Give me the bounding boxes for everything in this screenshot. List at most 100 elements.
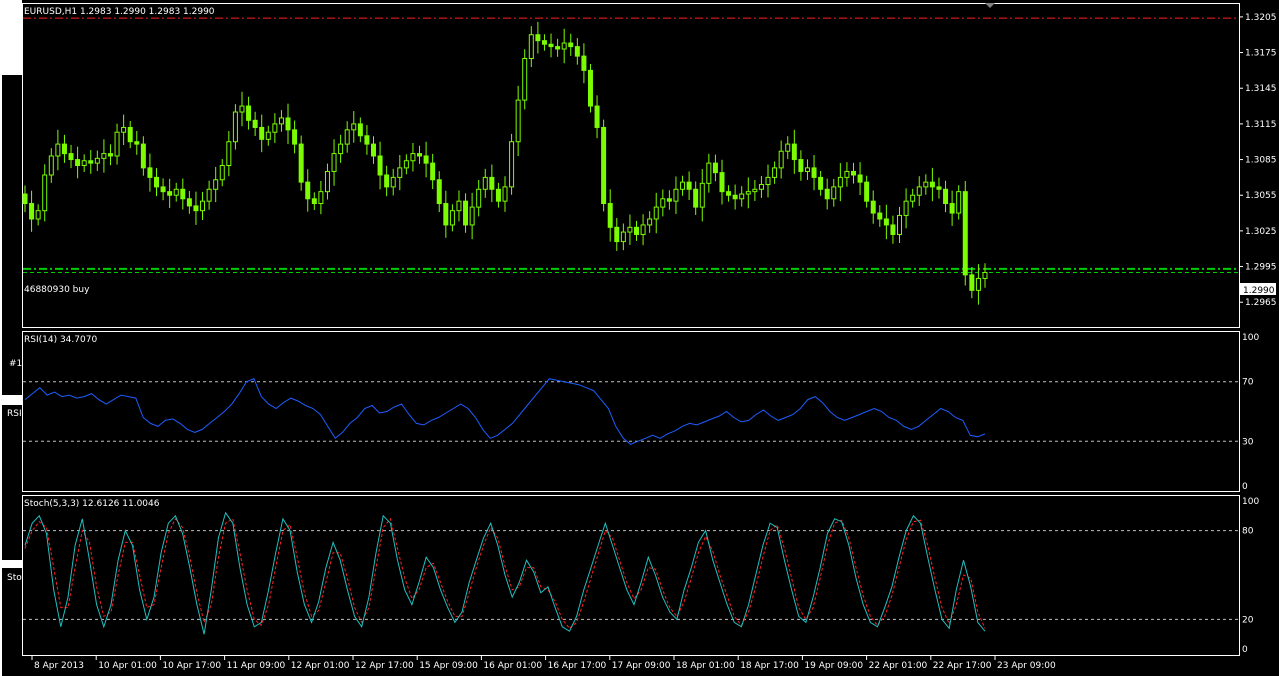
candle [509, 133, 515, 195]
candle [305, 169, 311, 212]
candle [627, 214, 633, 245]
candle [101, 139, 107, 173]
price-panel-border [22, 3, 1240, 328]
stoch-tick-label: 20 [1242, 615, 1254, 625]
candle [318, 180, 324, 215]
candle [489, 164, 495, 203]
time-tick-label: 18 Apr 01:00 [676, 661, 735, 671]
time-tick: 22 Apr 01:00 [866, 656, 928, 671]
candle [594, 95, 600, 139]
candle [732, 184, 738, 210]
candle [259, 114, 265, 153]
candle [469, 192, 475, 240]
order-marker: #1 [9, 359, 22, 369]
stoch-window-tab[interactable]: Sto [7, 573, 22, 583]
candle [449, 204, 455, 232]
rsi-window-tab[interactable]: RSI [7, 409, 22, 419]
candle [265, 125, 271, 146]
candle [778, 140, 784, 179]
candle [818, 170, 824, 196]
time-tick: 12 Apr 01:00 [288, 656, 350, 671]
candle [699, 169, 705, 222]
candle [180, 178, 186, 210]
rsi-title: RSI(14) 34.7070 [24, 335, 97, 345]
candle [765, 164, 771, 198]
candle [173, 182, 179, 202]
candle [186, 190, 192, 214]
time-tick: 18 Apr 17:00 [737, 656, 799, 671]
bid-price-tag: 1.2990 [1240, 283, 1276, 296]
candle [351, 111, 357, 143]
candle [232, 104, 238, 150]
time-tick: 8 Apr 2013 [31, 656, 84, 671]
candle [680, 175, 686, 196]
candle [193, 191, 199, 225]
time-tick: 18 Apr 01:00 [673, 656, 735, 671]
candle [982, 263, 988, 288]
candle [140, 136, 146, 176]
candle [463, 193, 469, 233]
rsi-tick-label: 30 [1242, 437, 1254, 447]
candle [666, 190, 672, 210]
price-tick: 1.3205 [1239, 13, 1277, 23]
candle [456, 190, 462, 222]
candle [864, 175, 870, 208]
candle [213, 166, 219, 203]
candle [870, 190, 876, 224]
candle [831, 179, 837, 207]
candle [75, 146, 81, 179]
chart-window[interactable]: 1.3205 1.3175 1.3145 1.3115 1.3085 1.3055 1.30… [0, 0, 1279, 676]
time-axis: 8 Apr 2013 10 Apr 01:00 10 Apr 17:00 11 Apr… [31, 656, 1056, 671]
candle [515, 85, 521, 156]
candle [607, 189, 613, 242]
candle [528, 26, 534, 68]
candle [55, 129, 61, 171]
candle [114, 123, 120, 165]
candle [936, 177, 942, 199]
candle [903, 188, 909, 229]
time-tick-label: 12 Apr 01:00 [291, 661, 350, 671]
candle [88, 150, 94, 174]
candle [975, 264, 981, 305]
candle [127, 121, 133, 149]
candle [61, 134, 67, 163]
order-label[interactable]: 46880930 buy [24, 285, 90, 295]
time-tick: 11 Apr 09:00 [224, 656, 286, 671]
price-tick: 1.3055 [1239, 191, 1277, 201]
rsi-panel-border [22, 331, 1240, 492]
candle [68, 145, 74, 169]
price-tick: 1.2965 [1239, 298, 1277, 308]
candle [647, 211, 653, 233]
chart-shift-marker-icon[interactable] [985, 3, 995, 8]
candle [883, 204, 889, 240]
candle [804, 159, 810, 181]
candle [969, 267, 975, 299]
time-tick-label: 18 Apr 17:00 [740, 661, 799, 671]
candle [226, 131, 232, 177]
price-tick-label: 1.2965 [1245, 298, 1277, 308]
time-tick: 19 Apr 09:00 [801, 656, 863, 671]
time-tick-label: 16 Apr 17:00 [548, 661, 607, 671]
time-tick: 16 Apr 01:00 [480, 656, 542, 671]
candle [949, 190, 955, 226]
candle [200, 191, 206, 220]
candle [686, 171, 692, 200]
candle [324, 163, 330, 200]
candle [726, 185, 732, 202]
candle [785, 136, 791, 160]
rsi-axis: 100 70 30 0 [1242, 333, 1259, 492]
candle [634, 220, 640, 241]
time-tick-label: 23 Apr 09:00 [997, 661, 1056, 671]
candle [35, 204, 41, 226]
candle [344, 121, 350, 153]
price-tick: 1.3145 [1239, 84, 1277, 94]
time-tick: 16 Apr 17:00 [545, 656, 607, 671]
bid-price-text: 1.2990 [1243, 286, 1275, 296]
price-tick: 1.3085 [1239, 156, 1277, 166]
candle [673, 176, 679, 215]
candle [410, 142, 416, 172]
time-tick-label: 15 Apr 09:00 [419, 661, 478, 671]
candle [154, 168, 160, 197]
candle [857, 162, 863, 195]
candle [298, 135, 304, 191]
